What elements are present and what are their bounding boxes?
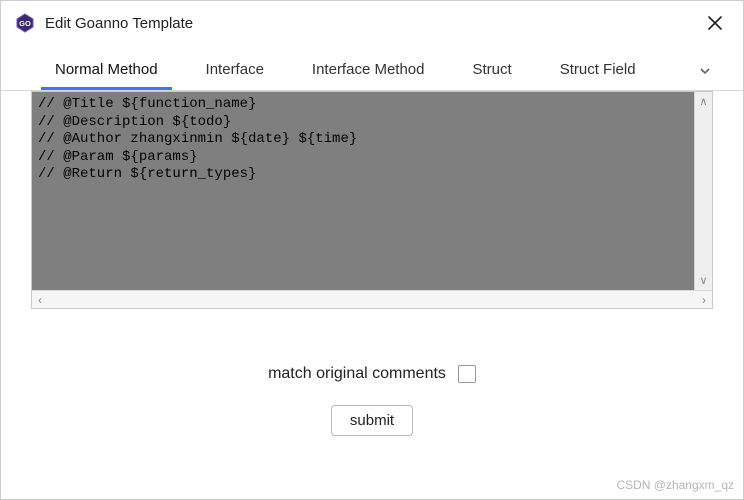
window-title: Edit Goanno Template: [45, 15, 701, 32]
titlebar: GO Edit Goanno Template: [1, 1, 743, 45]
app-icon: GO: [15, 13, 35, 33]
tabs-overflow-button[interactable]: [689, 59, 715, 90]
submit-row: submit: [1, 405, 743, 436]
tab-normal-method[interactable]: Normal Method: [41, 53, 172, 90]
match-original-row: match original comments: [1, 365, 743, 383]
close-icon[interactable]: [701, 9, 729, 37]
submit-button[interactable]: submit: [331, 405, 413, 436]
tabs: Normal Method Interface Interface Method…: [1, 51, 743, 91]
template-editor: // @Title ${function_name} // @Descripti…: [31, 91, 713, 309]
dialog-window: GO Edit Goanno Template Normal Method In…: [0, 0, 744, 500]
scroll-up-icon[interactable]: ∧: [699, 95, 707, 108]
match-original-label: match original comments: [268, 365, 446, 383]
tab-interface-method[interactable]: Interface Method: [298, 53, 439, 90]
tab-interface[interactable]: Interface: [192, 53, 278, 90]
scroll-down-icon[interactable]: ∨: [699, 274, 707, 287]
scroll-left-icon[interactable]: ‹: [38, 293, 42, 307]
vertical-scrollbar[interactable]: ∧ ∨: [694, 92, 712, 290]
editor-body: // @Title ${function_name} // @Descripti…: [32, 92, 712, 290]
svg-text:GO: GO: [19, 19, 31, 28]
tab-struct[interactable]: Struct: [459, 53, 526, 90]
editor-textarea[interactable]: // @Title ${function_name} // @Descripti…: [32, 92, 694, 290]
horizontal-scrollbar[interactable]: ‹ ›: [32, 290, 712, 308]
tab-struct-field[interactable]: Struct Field: [546, 53, 650, 90]
match-original-checkbox[interactable]: [458, 365, 476, 383]
scroll-right-icon[interactable]: ›: [702, 293, 706, 307]
